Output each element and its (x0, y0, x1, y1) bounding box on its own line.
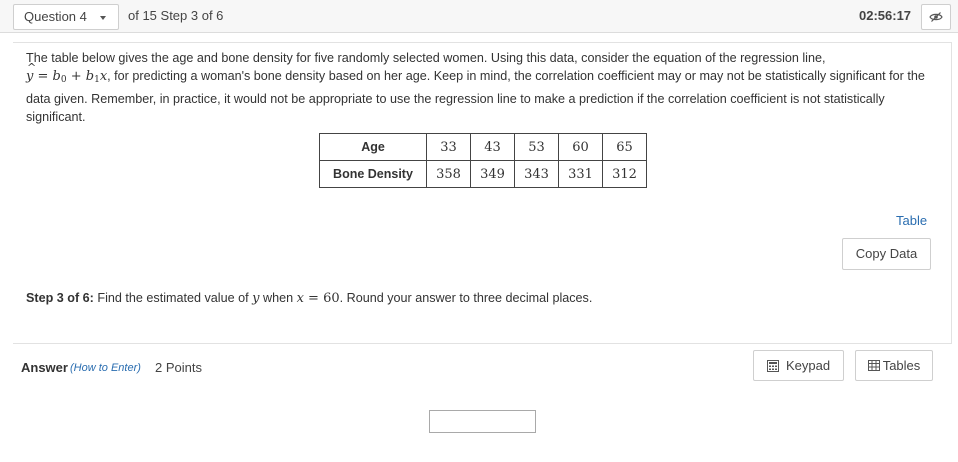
caret-down-icon (100, 16, 106, 20)
row-header-bone-density: Bone Density (319, 160, 427, 188)
table-grid-icon (867, 360, 880, 371)
table-link[interactable]: Table (896, 213, 927, 228)
table-cell: 60 (558, 133, 603, 161)
answer-input[interactable] (429, 410, 536, 433)
table-cell: 53 (514, 133, 559, 161)
answer-section: Answer (How to Enter) 2 Points Keypad Ta… (0, 344, 958, 462)
table-cell: 349 (470, 160, 515, 188)
keypad-button[interactable]: Keypad (753, 350, 844, 381)
prompt-text-a: The table below gives the age and bone d… (26, 51, 826, 65)
tables-label: Tables (882, 358, 921, 373)
row-header-age: Age (319, 133, 427, 161)
regression-equation: y = b0 + b1x (26, 59, 107, 86)
hide-timer-button[interactable] (921, 4, 951, 30)
tables-button[interactable]: Tables (855, 350, 933, 381)
table-cell: 33 (426, 133, 471, 161)
question-select-label: Question 4 (24, 9, 87, 24)
step-label: Step 3 of 6: (26, 291, 94, 305)
top-bar: Question 4 of 15 Step 3 of 6 02:56:17 (0, 0, 958, 33)
table-row: Age 33 43 53 60 65 (319, 133, 647, 161)
timer: 02:56:17 (859, 8, 912, 23)
table-cell: 358 (426, 160, 471, 188)
table-cell: 43 (470, 133, 515, 161)
question-card: The table below gives the age and bone d… (13, 42, 952, 344)
prompt-text-b: , for predicting a woman's bone density … (26, 69, 925, 124)
data-table: Age 33 43 53 60 65 Bone Density 358 349 … (319, 133, 647, 188)
points-label: 2 Points (155, 360, 202, 375)
table-cell: 331 (558, 160, 603, 188)
question-select[interactable]: Question 4 (13, 4, 119, 30)
answer-label: Answer (21, 360, 68, 375)
keypad-label: Keypad (785, 358, 831, 373)
table-cell: 65 (602, 133, 647, 161)
eye-slash-icon (929, 12, 943, 22)
calculator-icon (766, 359, 779, 372)
table-cell: 312 (602, 160, 647, 188)
question-prompt: The table below gives the age and bone d… (26, 49, 926, 126)
step-indicator: of 15 Step 3 of 6 (128, 8, 224, 23)
step-instruction: Step 3 of 6: Find the estimated value of… (26, 291, 593, 306)
copy-data-button[interactable]: Copy Data (842, 238, 931, 270)
how-to-enter-link[interactable]: (How to Enter) (70, 362, 141, 374)
table-row: Bone Density 358 349 343 331 312 (319, 160, 647, 188)
y-hat: y (26, 59, 37, 86)
table-cell: 343 (514, 160, 559, 188)
